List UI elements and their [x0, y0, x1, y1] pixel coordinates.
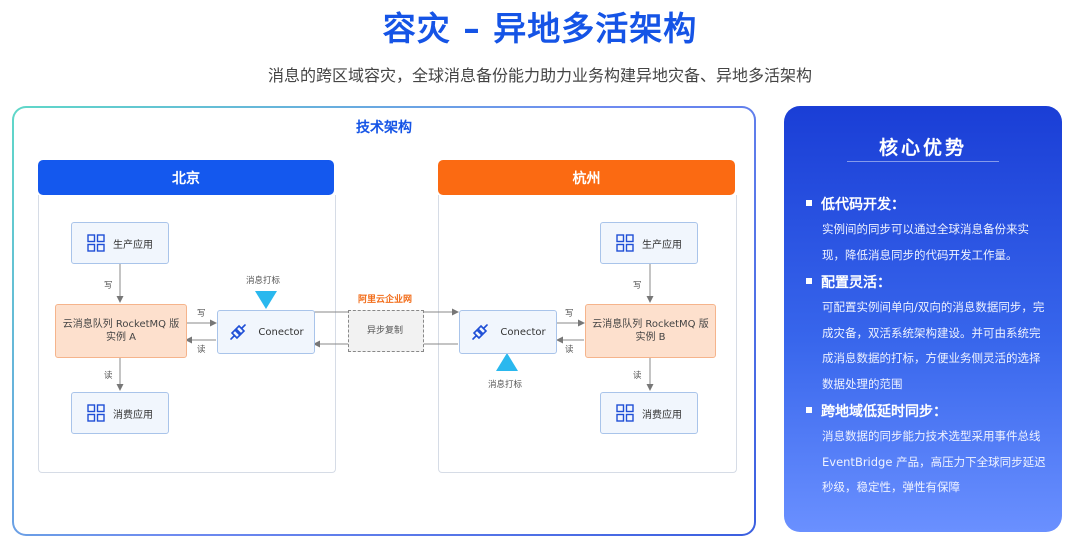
hz-consumer-label: 消费应用 [642, 409, 682, 421]
bj-marker-triangle [255, 291, 277, 309]
bj-producer-node: 生产应用 [71, 222, 169, 264]
hz-mq-label-line1: 云消息队列 RocketMQ 版 [592, 319, 709, 330]
advantages-title: 核心优势 [878, 137, 967, 159]
hz-mq-label-line2: 实例 B [635, 332, 666, 343]
plug-icon [230, 324, 247, 340]
bj-connector-node: Conector [217, 310, 315, 354]
hz-consumer-node: 消费应用 [600, 392, 698, 434]
hz-producer-label: 生产应用 [642, 239, 682, 251]
bullet-square-icon [806, 278, 812, 284]
bj-conn-write-label: 写 [197, 309, 206, 319]
bullet-square-icon [806, 200, 812, 206]
hz-conn-write-label: 写 [565, 309, 574, 319]
bj-consumer-label: 消费应用 [113, 409, 153, 421]
bj-mq-label-line1: 云消息队列 RocketMQ 版 [62, 319, 180, 330]
hz-connector-label: Conector [500, 326, 546, 338]
plug-icon [472, 324, 489, 340]
apps-grid-icon [87, 234, 105, 252]
bullet-square-icon [806, 407, 812, 413]
replication-label: 异步复制 [366, 326, 403, 336]
bj-connector-label: Conector [258, 326, 304, 338]
hz-marker-label: 消息打标 [488, 380, 523, 390]
hz-connector-node: Conector [459, 310, 557, 354]
hz-producer-node: 生产应用 [600, 222, 698, 264]
advantage-body-1: 实例间的同步可以通过全球消息备份来实现，降低消息同步的代码开发工作量。 [822, 222, 1029, 262]
advantage-heading-text: 配置灵活 [821, 275, 877, 291]
hz-read-label: 读 [633, 371, 642, 381]
bj-mq-instance: 云消息队列 RocketMQ 版 实例 A [55, 304, 187, 358]
bj-read-label: 读 [104, 371, 113, 381]
bj-consumer-node: 消费应用 [71, 392, 169, 434]
hz-mq-instance: 云消息队列 RocketMQ 版 实例 B [585, 304, 716, 358]
hz-write-label: 写 [633, 281, 642, 291]
bj-marker-label: 消息打标 [246, 276, 281, 286]
apps-grid-icon [616, 404, 634, 422]
advantages-divider [847, 161, 999, 162]
apps-grid-icon [87, 404, 105, 422]
advantage-heading-3: 跨地域低延时同步： [806, 401, 947, 421]
apps-grid-icon [616, 234, 634, 252]
hz-marker-triangle [496, 353, 518, 371]
advantage-heading-1: 低代码开发： [806, 194, 905, 214]
bj-conn-read-label: 读 [197, 345, 206, 355]
bj-mq-label-line2: 实例 A [105, 332, 137, 343]
wan-label: 阿里云企业网 [357, 295, 412, 305]
advantage-body-2: 可配置实例间单向/双向的消息数据同步，完成灾备，双活系统架构建设。并可由系统完成… [822, 300, 1045, 391]
bj-producer-label: 生产应用 [113, 239, 153, 251]
advantage-heading-2: 配置灵活： [806, 272, 891, 292]
advantage-heading-text: 跨地域低延时同步 [821, 404, 933, 420]
bj-write-label: 写 [104, 281, 113, 291]
advantage-heading-text: 低代码开发 [821, 197, 891, 213]
advantage-body-3: 消息数据的同步能力技术选型采用事件总线 EventBridge 产品，高压力下全… [822, 429, 1046, 494]
hz-conn-read-label: 读 [565, 345, 574, 355]
